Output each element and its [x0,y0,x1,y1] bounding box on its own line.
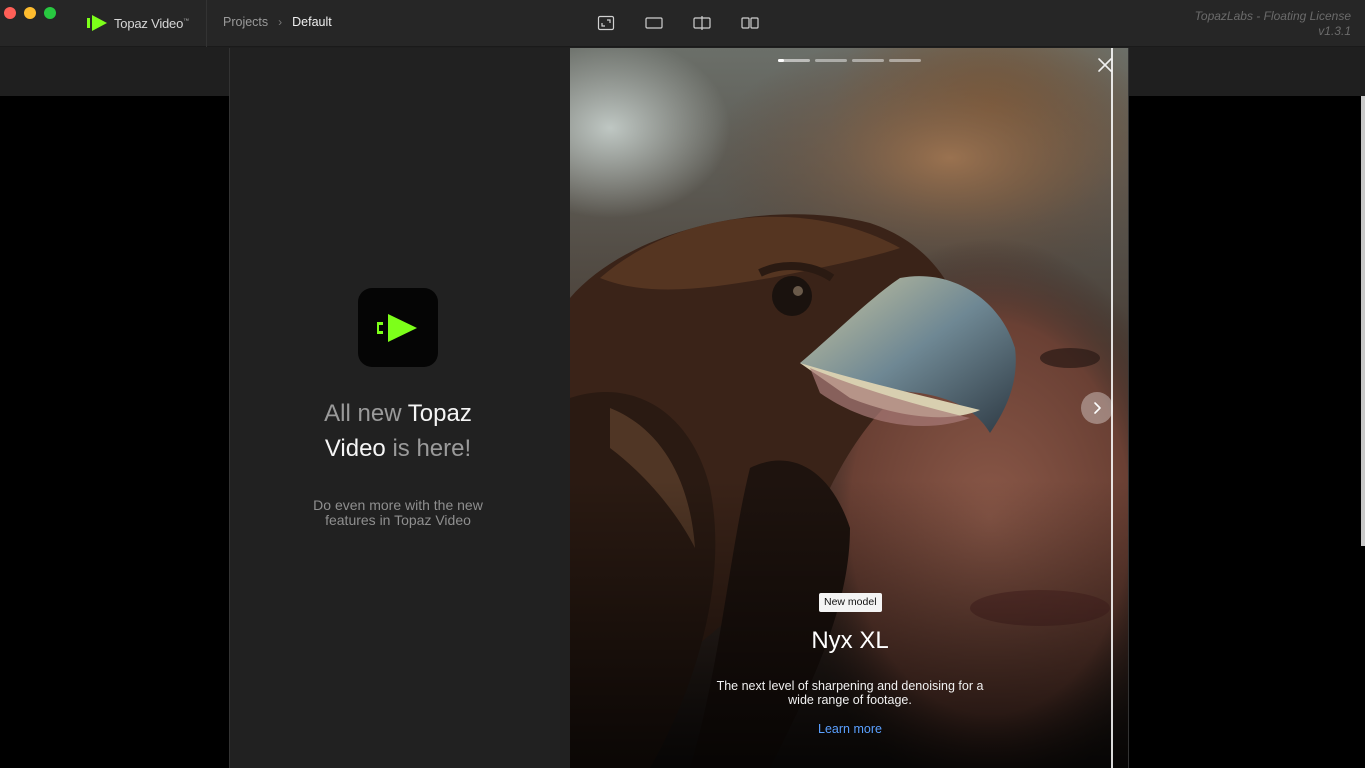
new-model-badge: New model [819,593,882,612]
app-brand: Topaz Video™ [86,13,189,33]
breadcrumb-current[interactable]: Default [292,15,332,29]
license-info: TopazLabs - Floating License v1.3.1 [1195,9,1351,39]
app-icon-tile [358,288,438,367]
whats-new-modal: All new Topaz Video is here! Do even mor… [229,48,1129,768]
model-description: The next level of sharpening and denoisi… [716,679,984,707]
modal-intro-panel: All new Topaz Video is here! Do even mor… [230,48,570,768]
single-view-icon[interactable] [645,14,663,32]
topaz-logo-icon [87,15,107,31]
progress-segment-2[interactable] [815,59,847,62]
next-slide-button[interactable] [1081,392,1113,424]
slide-progress [778,59,921,62]
learn-more-link[interactable]: Learn more [790,722,910,736]
maximize-window-button[interactable] [44,7,56,19]
topaz-video-app-icon [377,313,417,342]
title-bar: Topaz Video™ Projects › Default TopazLab… [0,0,1365,47]
app-name: Topaz Video™ [114,15,189,31]
close-window-button[interactable] [4,7,16,19]
modal-subtitle: Do even more with the new features in To… [313,497,483,528]
progress-segment-3[interactable] [852,59,884,62]
progress-fill [778,59,785,62]
view-mode-toolbar [597,14,759,32]
split-view-icon[interactable] [693,14,711,32]
breadcrumb: Projects › Default [223,15,332,29]
license-name: TopazLabs - Floating License [1194,9,1351,23]
model-title: Nyx XL [811,627,889,654]
background-scrollbar [1361,96,1365,546]
titlebar-divider [206,0,207,47]
modal-headline: All new Topaz Video is here! [324,400,472,462]
feature-photo [570,48,1128,768]
progress-segment-4[interactable] [889,59,921,62]
feature-slide: New model Nyx XL The next level of sharp… [570,48,1128,768]
breadcrumb-separator: › [278,15,283,29]
app-version: v1.3.1 [1318,24,1351,38]
crop-view-icon[interactable] [597,14,615,32]
progress-segment-1[interactable] [778,59,810,62]
side-by-side-view-icon[interactable] [741,14,759,32]
minimize-window-button[interactable] [24,7,36,19]
chevron-right-icon [1094,402,1101,414]
breadcrumb-projects[interactable]: Projects [223,15,268,29]
